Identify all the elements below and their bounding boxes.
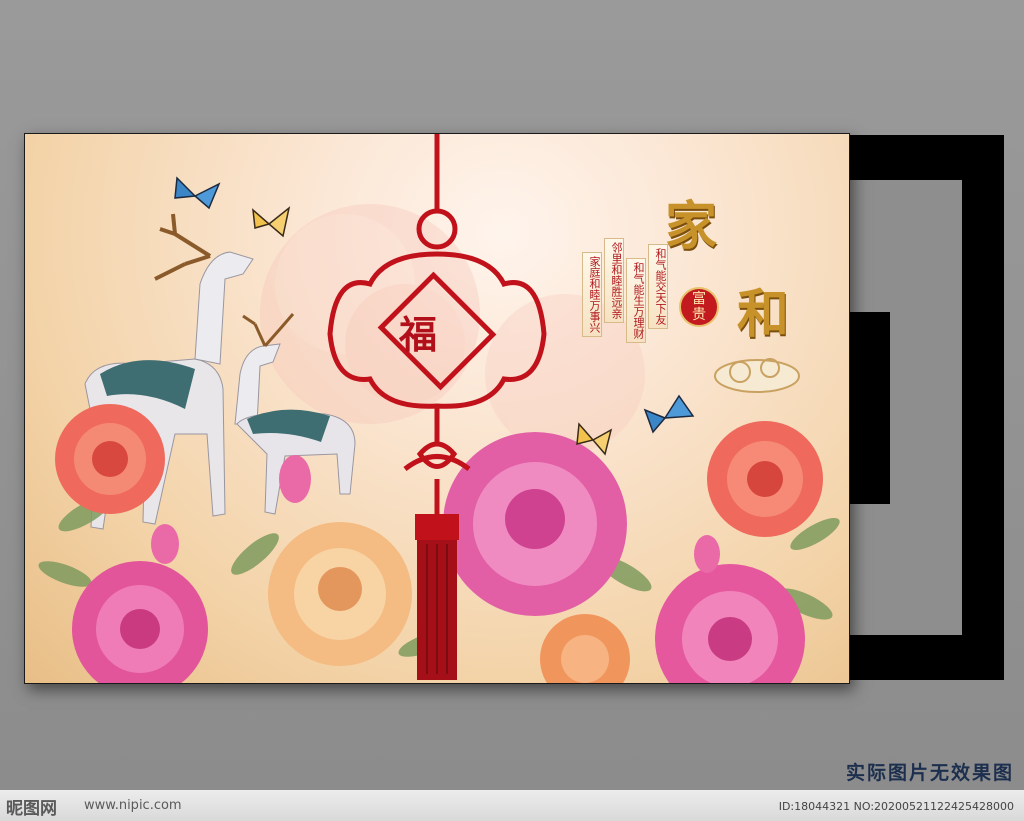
site-logo: 昵图网 [6, 799, 57, 819]
rose-pink-bottom-right [655, 564, 805, 683]
back-frame-notch [848, 312, 890, 504]
couplet-4: 家庭和睦万事兴 [582, 252, 602, 337]
rosebud [694, 535, 720, 573]
rose-coral-left [55, 404, 165, 514]
site-url: www.nipic.com [84, 798, 182, 813]
rosebud [151, 524, 179, 564]
rose-pink-center [443, 432, 627, 616]
rosebud [279, 455, 311, 503]
title-jia: 家 [665, 196, 718, 257]
seal-char-gui: 贵 [692, 307, 706, 323]
couplet-2: 和气能生万理财 [626, 258, 646, 343]
knot-tassel [415, 514, 459, 680]
caption-text: 实际图片无效果图 [845, 762, 1014, 784]
seal-char-fu: 富 [692, 291, 706, 307]
title-he: 和 [737, 284, 790, 345]
cloud-ornament [714, 358, 800, 393]
couplet-3: 邻里和睦胜远亲 [604, 238, 624, 323]
butterfly-icon [643, 394, 695, 434]
fugui-seal: 富 贵 [679, 287, 719, 327]
painting-artwork [38, 134, 840, 683]
rose-peach-center [268, 522, 412, 666]
rose-orange-bottom [540, 614, 630, 683]
fu-character: 福 [399, 312, 438, 357]
image-id-line: ID:18044321 NO:20200521122425428000 [778, 800, 1014, 813]
rose-pink-bottom-left [72, 561, 208, 683]
rose-coral-right [707, 421, 823, 537]
butterfly-icon [252, 206, 291, 238]
butterfly-icon [174, 176, 221, 210]
painting: 福 和气能交天下友 和气能生万理财 邻里和睦胜远亲 家庭和睦万事兴 家 和 富 … [24, 133, 850, 684]
